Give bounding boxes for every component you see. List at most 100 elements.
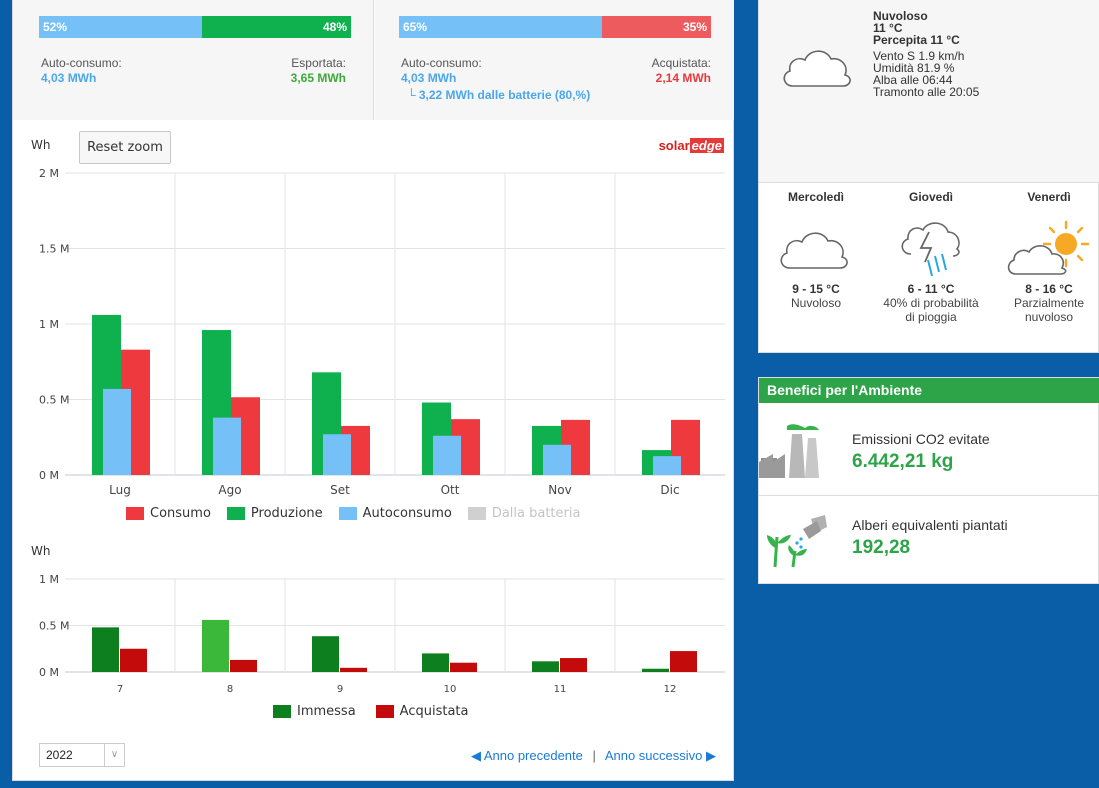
bar-immessa [312,636,339,672]
x-tick-label: Ago [218,483,241,497]
grid-chart-legend: Immessa Acquistata [263,704,469,719]
x-tick-label: Nov [548,483,571,497]
energy-bar-chart: Wh 0 M 0.5 M 1 M 1.5 M 2 M Lug Ago Set Ott Nov Dic [31,138,725,497]
x-tick-label: 12 [664,684,677,695]
cloud-icon [780,232,848,269]
forecast-day-name: Mercoledì [787,190,844,204]
year-select[interactable]: 2022 ∨ [39,743,125,767]
forecast-temp: 9 - 15 °C [792,282,840,296]
x-tick-label: Dic [660,483,679,497]
current-weather-details: Nuvoloso 11 °C Percepita 11 °C Vento S 1… [873,10,979,98]
forecast-desc-2: di pioggia [905,310,957,324]
self-consumption-share: 65% [399,16,602,38]
legend-production[interactable]: Produzione [251,506,323,521]
bar-acquistata [450,662,477,672]
bar-autoconsumo [213,417,241,475]
forecast-desc-2: nuvoloso [1024,310,1074,324]
legend-self-consumption[interactable]: Autoconsumo [363,506,452,521]
purchased-share: 35% [602,16,711,38]
purchase-share-bar: 65% 35% [399,16,711,38]
x-tick-label: 11 [554,684,567,695]
battery-contribution: └ 3,22 MWh dalle batterie (80,%) [407,88,591,102]
bar-immessa [642,668,669,672]
purchase-summary: 65% 35% Auto-consumo: 4,03 MWh └ 3,22 MW… [375,0,734,120]
y-axis-title: Wh [31,544,50,558]
year-navigation: 2022 ∨ ◀ Anno precedente | Anno successi… [13,740,734,780]
bar-autoconsumo [323,434,351,475]
x-tick-label: 10 [444,684,457,695]
legend-purchased[interactable]: Acquistata [400,704,469,719]
exported-value: 3,65 MWh [290,71,346,85]
legend-consumption[interactable]: Consumo [150,506,211,521]
forecast-temp: 8 - 16 °C [1025,282,1073,296]
bar-acquistata [340,667,367,672]
x-tick-label: 8 [227,684,233,695]
legend-swatch-production [226,507,245,520]
bar-immessa [532,661,559,672]
x-tick-label: Ott [441,483,460,497]
y-tick-label: 1 M [39,573,59,586]
y-tick-label: 0 M [39,469,59,482]
y-tick-label: 0 M [39,666,59,679]
forecast-desc: Nuvoloso [790,296,842,310]
self-consumption-share: 52% [39,16,202,38]
energy-chart-legend: Consumo Produzione Autoconsumo Dalla bat… [116,506,580,521]
bar-acquistata [120,648,147,672]
factory-icon [759,424,819,478]
self-consumption-label: Auto-consumo: [41,56,122,70]
forecast-desc: Parzialmente [1013,296,1085,310]
trees-label: Alberi equivalenti piantati [852,517,1008,533]
x-tick-label: 9 [337,684,343,695]
forecast-day-name: Venerdì [1027,190,1071,204]
legend-battery[interactable]: Dalla batteria [492,506,581,521]
legend-swatch-purchased [375,705,394,718]
legend-swatch-battery [467,507,486,520]
exported-label: Esportata: [291,56,346,70]
weather-panel: Nuvoloso 11 °C Percepita 11 °C Vento S 1… [758,0,1099,353]
export-summary: 52% 48% Auto-consumo: 4,03 MWh Esportata… [13,0,374,120]
previous-year-link[interactable]: Anno precedente [484,748,583,763]
purchased-value: 2,14 MWh [655,71,711,85]
x-tick-label: 7 [117,684,123,695]
feels-like: Percepita 11 °C [873,33,960,47]
energy-panel: 52% 48% Auto-consumo: 4,03 MWh Esportata… [12,0,734,781]
caret-left-icon: ◀ [470,748,481,763]
trees-value: 192,28 [852,537,911,558]
y-axis-title: Wh [31,138,50,152]
exported-share: 48% [202,16,351,38]
sunset: Tramonto alle 20:05 [873,85,980,99]
bar-autoconsumo [653,456,681,475]
y-tick-label: 0.5 M [39,394,69,407]
environment-title: Benefici per l'Ambiente [759,378,1099,403]
cloud-icon [783,50,851,87]
x-tick-label: Set [330,483,350,497]
legend-injected[interactable]: Immessa [297,704,356,719]
current-weather: Nuvoloso 11 °C Percepita 11 °C Vento S 1… [759,0,1099,183]
year-select-value: 2022 [46,748,73,762]
purchased-label: Acquistata: [651,56,711,70]
co2-row: Emissioni CO2 evitate 6.442,21 kg [759,404,1099,496]
nav-separator: | [592,748,596,763]
self-consumption-label: Auto-consumo: [401,56,482,70]
bar-autoconsumo [543,444,571,475]
co2-label: Emissioni CO2 evitate [852,431,990,447]
bar-immessa [202,619,229,672]
forecast-desc: 40% di probabilità [883,296,979,310]
forecast-day-name: Giovedì [908,190,953,204]
y-tick-label: 0.5 M [39,620,69,633]
bar-acquistata [230,659,257,672]
bar-autoconsumo [103,388,131,475]
grid-exchange-chart: Wh 0 M 0.5 M 1 M 7 8 9 10 11 12 [31,544,725,695]
y-tick-label: 1.5 M [39,243,69,256]
year-nav-links: ◀ Anno precedente | Anno successivo ▶ [471,748,716,764]
self-consumption-value: 4,03 MWh [41,71,97,85]
y-tick-label: 2 M [39,167,59,180]
bar-immessa [422,653,449,672]
partly-sunny-icon [1007,220,1090,275]
chevron-down-icon: ∨ [104,744,124,766]
caret-right-icon: ▶ [706,748,716,763]
next-year-link[interactable]: Anno successivo [605,748,703,763]
legend-swatch-injected [273,705,291,718]
forecast-temp: 6 - 11 °C [907,282,955,296]
trees-row: Alberi equivalenti piantati 192,28 [759,497,1099,585]
